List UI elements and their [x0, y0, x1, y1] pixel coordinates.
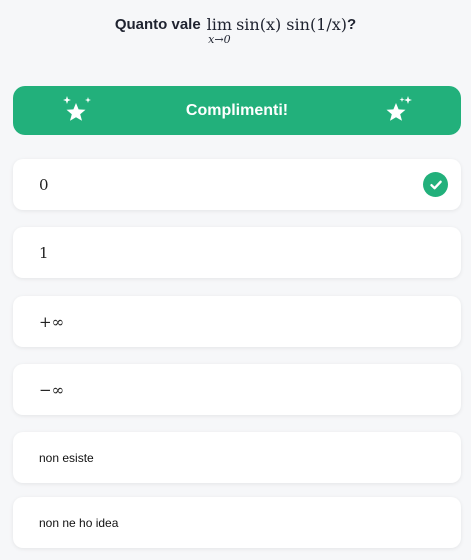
sparkle-star-icon [386, 96, 412, 121]
answer-option[interactable]: +∞ [13, 296, 461, 347]
sparkle-star-icon [63, 96, 91, 121]
check-circle-icon [423, 172, 448, 197]
limit-operator: lim x→0 [207, 14, 232, 45]
limit-subscript: x→0 [208, 33, 231, 46]
question-text: Quanto vale lim x→0 sin(x) sin(1/x) ? [0, 14, 471, 45]
banner-title: Complimenti! [185, 101, 289, 119]
answer-option[interactable]: 1 [13, 227, 461, 278]
question-prefix: Quanto vale [114, 16, 201, 33]
answer-option[interactable]: non esiste [13, 432, 461, 483]
answer-option-correct[interactable]: 0 [13, 159, 461, 210]
answer-label: −∞ [39, 380, 65, 399]
answer-option[interactable]: −∞ [13, 364, 461, 415]
question-suffix: ? [347, 16, 357, 33]
answer-label: non ne ho idea [39, 515, 119, 530]
answer-label: 0 [39, 175, 49, 194]
answer-label: +∞ [39, 312, 65, 331]
question-expression: sin(x) sin(1/x) [236, 15, 348, 34]
answer-option[interactable]: non ne ho idea [13, 497, 461, 548]
success-banner: Complimenti! [13, 86, 461, 135]
answer-label: 1 [39, 243, 49, 262]
answer-label: non esiste [39, 450, 94, 465]
